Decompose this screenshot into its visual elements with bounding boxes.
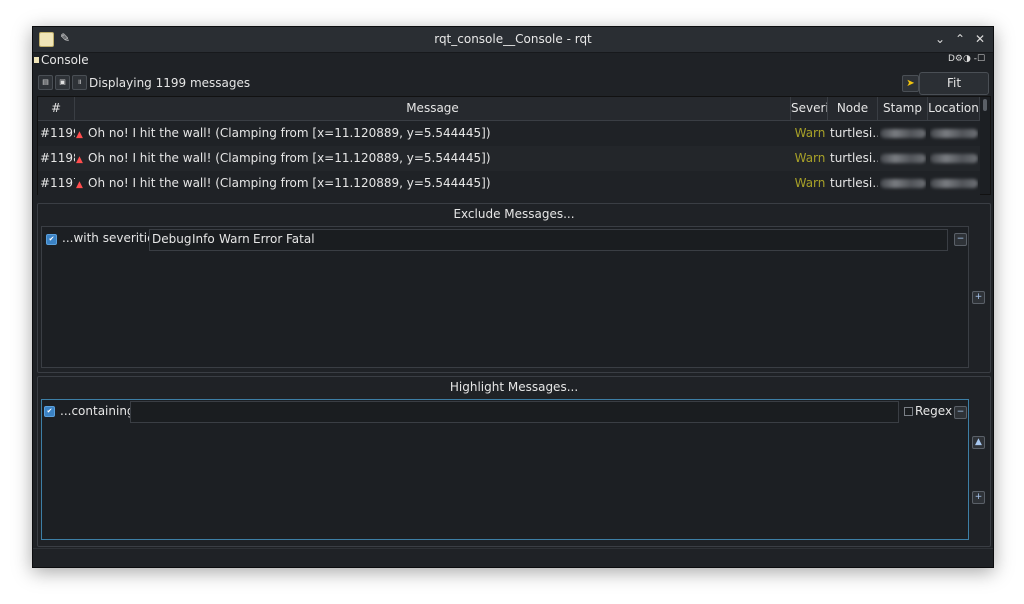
dock-marker-icon [34, 57, 39, 63]
table-row[interactable]: #1199 ▲ Oh no! I hit the wall! (Clamping … [38, 121, 980, 146]
column-header-message[interactable]: Message [75, 97, 791, 120]
fit-columns-button[interactable]: Fit Columns [919, 72, 989, 111]
row-location-redacted [930, 171, 978, 196]
exclude-enabled-checkbox[interactable]: ✔ [46, 234, 57, 245]
containing-text-input[interactable] [130, 401, 899, 423]
cursor-icon[interactable]: ➤ [902, 75, 919, 92]
table-scrollbar[interactable] [980, 97, 990, 194]
exclude-filter-list: ✔ ...with severities: Debug Info Warn Er… [41, 226, 969, 368]
table-header: # Message Severity Node Stamp Location [38, 97, 980, 121]
row-message: ▲ Oh no! I hit the wall! (Clamping from [… [76, 171, 788, 196]
column-header-location[interactable]: Location [928, 97, 980, 120]
dock-header: Console D⚙◑ -☐ [33, 53, 993, 69]
highlight-enabled-checkbox[interactable]: ✔ [44, 406, 55, 417]
row-node: turtlesi… [830, 151, 878, 165]
severity-debug[interactable]: Debug [152, 232, 191, 246]
title-bar: ✎ rqt_console__Console - rqt ⌄ ⌃ ✕ [33, 27, 993, 53]
row-message-text: Oh no! I hit the wall! (Clamping from [x… [88, 126, 491, 140]
row-message-text: Oh no! I hit the wall! (Clamping from [x… [88, 151, 491, 165]
remove-exclude-filter-button[interactable]: − [954, 233, 967, 246]
severity-list: Debug Info Warn Error Fatal [149, 229, 948, 251]
warning-icon: ▲ [76, 155, 83, 165]
row-severity: Warn [794, 151, 826, 165]
row-message: ▲ Oh no! I hit the wall! (Clamping from [… [76, 146, 788, 171]
regex-label: Regex [915, 404, 953, 418]
column-header-severity[interactable]: Severity [791, 97, 828, 120]
status-bar [33, 548, 993, 567]
message-count: Displaying 1199 messages [89, 76, 251, 90]
highlight-messages-section: Highlight Messages... ✔ ...containing: R… [37, 376, 991, 547]
exclude-section-title: Exclude Messages... [453, 207, 575, 221]
add-exclude-filter-button[interactable]: + [972, 291, 985, 304]
close-button[interactable]: ✕ [971, 30, 989, 48]
severity-warn[interactable]: Warn [219, 232, 250, 246]
dock-controls-icon[interactable]: D⚙◑ -☐ [948, 54, 985, 64]
row-node: turtlesi… [830, 176, 878, 190]
window-title: rqt_console__Console - rqt [434, 32, 592, 46]
column-header-stamp[interactable]: Stamp [878, 97, 928, 120]
pause-icon[interactable]: ॥ [72, 75, 87, 90]
minimize-button[interactable]: ⌄ [931, 30, 949, 48]
row-number: #1198 [40, 151, 75, 165]
dock-title: Console [41, 53, 89, 67]
warning-icon: ▲ [76, 130, 83, 140]
table-row[interactable]: #1197 ▲ Oh no! I hit the wall! (Clamping … [38, 171, 980, 196]
row-stamp-redacted [880, 121, 926, 146]
scrollbar-thumb[interactable] [983, 99, 987, 111]
row-severity: Warn [794, 126, 826, 140]
remove-highlight-filter-button[interactable]: − [954, 406, 967, 419]
row-location-redacted [930, 146, 978, 171]
maximize-button[interactable]: ⌃ [951, 30, 969, 48]
row-message: ▲ Oh no! I hit the wall! (Clamping from [… [76, 121, 788, 146]
severity-fatal[interactable]: Fatal [286, 232, 315, 246]
row-number: #1197 [40, 176, 75, 190]
severity-error[interactable]: Error [253, 232, 282, 246]
add-highlight-filter-button[interactable]: + [972, 491, 985, 504]
highlight-filter-list: ✔ ...containing: Regex [41, 399, 969, 540]
column-header-node[interactable]: Node [828, 97, 878, 120]
exclude-messages-section: Exclude Messages... ✔ ...with severities… [37, 203, 991, 373]
load-icon[interactable]: ▤ [38, 75, 53, 90]
highlight-color-icon[interactable]: ▲ [972, 436, 985, 449]
save-icon[interactable]: ▣ [55, 75, 70, 90]
severity-info[interactable]: Info [192, 232, 215, 246]
table-row[interactable]: #1198 ▲ Oh no! I hit the wall! (Clamping … [38, 146, 980, 171]
row-location-redacted [930, 121, 978, 146]
row-stamp-redacted [880, 171, 926, 196]
row-number: #1199 [40, 126, 75, 140]
highlight-section-title: Highlight Messages... [449, 380, 579, 394]
column-header-severity-label: Severity [791, 101, 828, 115]
column-header-num[interactable]: # [38, 97, 75, 120]
containing-filter-label: ...containing: [60, 404, 139, 418]
row-message-text: Oh no! I hit the wall! (Clamping from [x… [88, 176, 491, 190]
regex-checkbox[interactable] [904, 407, 913, 416]
warning-icon: ▲ [76, 180, 83, 190]
message-table: # Message Severity Node Stamp Location #… [37, 96, 991, 196]
row-severity: Warn [794, 176, 826, 190]
row-stamp-redacted [880, 146, 926, 171]
row-node: turtlesi… [830, 126, 878, 140]
toolbar: ▤ ▣ ॥ Displaying 1199 messages ➤ Fit Col… [33, 71, 993, 111]
rqt-window: ✎ rqt_console__Console - rqt ⌄ ⌃ ✕ Conso… [32, 26, 994, 568]
